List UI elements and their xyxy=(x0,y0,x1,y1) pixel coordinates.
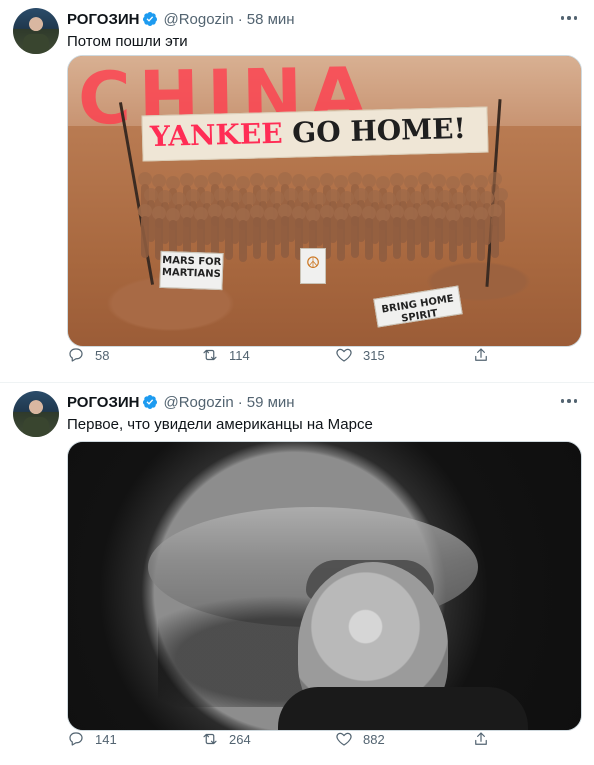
banner-suffix: GO HOME! xyxy=(291,111,467,150)
heart-icon xyxy=(336,732,352,746)
retweet-button[interactable]: 264 xyxy=(201,730,251,748)
share-icon xyxy=(475,732,487,745)
retweet-icon xyxy=(203,733,217,745)
alien-figure xyxy=(334,207,348,263)
author-name[interactable]: РОГОЗИН xyxy=(67,11,139,28)
separator-dot: · xyxy=(237,393,243,411)
author-handle[interactable]: @Rogozin xyxy=(163,11,233,28)
protest-sign: MARS FOR MARTIANS xyxy=(159,250,224,291)
reply-icon xyxy=(69,348,83,362)
verified-badge-icon xyxy=(143,12,158,26)
alien-figure xyxy=(390,205,404,261)
tweet-time[interactable]: 58 мин xyxy=(247,11,295,28)
tweet-image[interactable] xyxy=(67,441,582,731)
banner-prefix: YANKEE xyxy=(149,116,283,154)
reply-icon xyxy=(69,732,83,746)
heart-icon xyxy=(336,348,352,362)
avatar[interactable] xyxy=(13,391,59,437)
alien-figure xyxy=(278,204,292,260)
alien-figure xyxy=(488,204,502,260)
like-button[interactable]: 315 xyxy=(335,346,385,364)
alien-figure xyxy=(446,208,460,264)
retweet-icon xyxy=(203,349,217,361)
tweet-text: Потом пошли эти xyxy=(67,33,188,50)
tweet[interactable]: РОГОЗИН @Rogozin · 59 мин Первое, что ув… xyxy=(0,383,594,765)
tweet-time[interactable]: 59 мин xyxy=(247,394,295,411)
alien-figure xyxy=(474,207,488,263)
alien-figure xyxy=(264,207,278,263)
alien-figure xyxy=(236,208,250,264)
alien-figure xyxy=(432,206,446,262)
author-handle[interactable]: @Rogozin xyxy=(163,394,233,411)
author-name[interactable]: РОГОЗИН xyxy=(67,394,139,411)
more-horizontal-icon[interactable] xyxy=(558,393,580,409)
alien-figure xyxy=(138,204,152,260)
tweet[interactable]: РОГОЗИН @Rogozin · 58 мин Потом пошли эт… xyxy=(0,0,594,383)
share-button[interactable] xyxy=(472,346,490,364)
alien-figure xyxy=(362,206,376,262)
alien-figure xyxy=(348,204,362,260)
alien-figure xyxy=(208,204,222,260)
retweet-button[interactable]: 114 xyxy=(201,346,250,364)
reply-button[interactable]: 58 xyxy=(67,346,109,364)
alien-figure xyxy=(250,205,264,261)
share-icon xyxy=(475,348,487,361)
verified-badge-icon xyxy=(143,395,158,409)
like-count: 882 xyxy=(363,731,385,747)
more-horizontal-icon[interactable] xyxy=(558,10,580,26)
reply-count: 141 xyxy=(95,731,117,747)
reply-button[interactable]: 141 xyxy=(67,730,117,748)
like-button[interactable]: 882 xyxy=(335,730,385,748)
tweet-image[interactable]: CHINA YANKEE GO HOME! MARS FOR MARTIANS … xyxy=(67,55,582,347)
share-button[interactable] xyxy=(472,730,490,748)
retweet-count: 114 xyxy=(229,347,250,363)
tweet-text: Первое, что увидели американцы на Марсе xyxy=(67,416,373,433)
reply-count: 58 xyxy=(95,347,110,363)
alien-figure xyxy=(404,207,418,263)
image-shoulders xyxy=(278,687,528,730)
avatar[interactable] xyxy=(13,8,59,54)
alien-figure xyxy=(222,206,236,262)
peace-sign: ☮ xyxy=(300,248,326,284)
alien-figure xyxy=(418,204,432,260)
separator-dot: · xyxy=(237,10,243,28)
like-count: 315 xyxy=(363,347,385,363)
tweet-header: РОГОЗИН @Rogozin · 58 мин xyxy=(67,9,295,29)
alien-figure xyxy=(460,205,474,261)
retweet-count: 264 xyxy=(229,731,251,747)
tweet-header: РОГОЗИН @Rogozin · 59 мин xyxy=(67,392,295,412)
alien-figure xyxy=(376,208,390,264)
